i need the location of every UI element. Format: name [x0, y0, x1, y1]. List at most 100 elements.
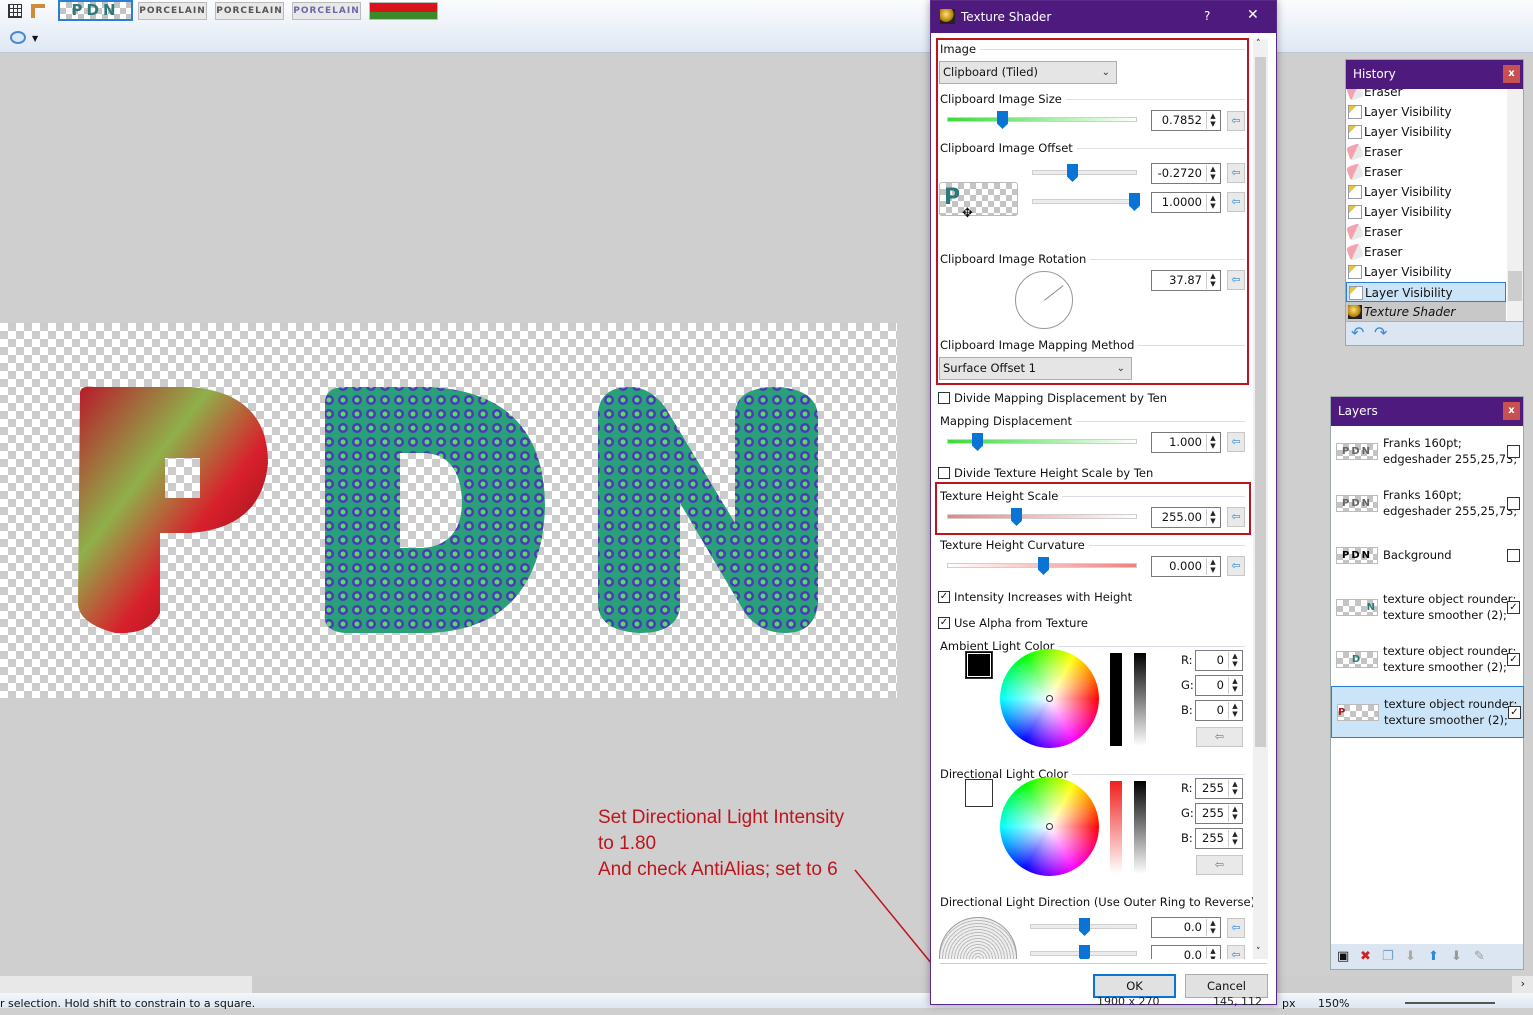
reset-arrow-icon[interactable]: ⇦ [1227, 918, 1245, 938]
scrollbar-thumb[interactable] [1508, 271, 1522, 301]
size-slider[interactable] [947, 117, 1137, 122]
history-item[interactable]: Eraser [1346, 162, 1506, 182]
close-icon[interactable]: x [1503, 65, 1520, 83]
image-tab-porcelain-2[interactable]: PORCELAIN [215, 2, 284, 20]
reset-arrow-icon[interactable]: ⇦ [1227, 270, 1245, 290]
grid-icon[interactable] [8, 4, 22, 18]
directional-swatch[interactable] [965, 779, 993, 807]
image-tab-porcelain-3[interactable]: PORCELAIN [292, 2, 361, 20]
direction-input-1[interactable]: 0.0 ▲ ▼ [1151, 917, 1221, 938]
offset-y-input[interactable]: 1.0000 ▲ ▼ [1151, 192, 1221, 213]
image-tab-tulips[interactable] [369, 2, 438, 20]
close-button[interactable]: ✕ [1247, 7, 1259, 23]
directional-r-input[interactable]: 255 ▲ ▼ [1195, 778, 1243, 799]
layer-row[interactable]: PDN Background [1331, 530, 1524, 582]
height-scale-slider[interactable] [947, 514, 1137, 519]
divide-mapping-checkbox[interactable] [938, 392, 950, 404]
curvature-input[interactable]: 0.000 ▲ ▼ [1151, 556, 1221, 577]
history-scrollbar[interactable] [1507, 89, 1523, 321]
reset-arrow-icon[interactable]: ⇦ [1227, 432, 1245, 452]
directional-alpha-bar[interactable] [1134, 781, 1146, 874]
ambient-g-input[interactable]: 0 ▲ ▼ [1195, 675, 1243, 696]
close-icon[interactable]: x [1503, 402, 1520, 420]
height-scale-input[interactable]: 255.00 ▲ ▼ [1151, 507, 1221, 528]
history-item[interactable]: Eraser [1346, 142, 1506, 162]
history-item[interactable]: Layer Visibility [1346, 282, 1506, 302]
image-tab-pdn[interactable]: PDN [58, 0, 133, 21]
chevron-down-icon[interactable]: ˅ [1256, 947, 1261, 957]
reset-arrow-icon[interactable]: ⇦ [1227, 507, 1245, 527]
reset-arrow-icon[interactable]: ⇦ [1227, 111, 1245, 131]
layer-visibility-checkbox[interactable]: ✓ [1507, 653, 1520, 666]
scrollbar-thumb[interactable] [1255, 57, 1266, 747]
directional-b-input[interactable]: 255 ▲ ▼ [1195, 828, 1243, 849]
delete-layer-icon[interactable]: ✖ [1360, 944, 1371, 969]
layer-row[interactable]: Ptexture object rounder; texture smoother… [1331, 686, 1524, 738]
spinner-arrows-icon[interactable]: ▲ ▼ [1206, 919, 1219, 936]
image-dropdown[interactable]: Clipboard (Tiled) ⌄ [939, 61, 1117, 84]
size-input[interactable]: 0.7852 ▲ ▼ [1151, 110, 1221, 131]
status-zoom[interactable]: 150% [1318, 993, 1349, 1015]
move-up-icon[interactable]: ⬆ [1428, 944, 1439, 969]
add-layer-icon[interactable]: ▣ [1337, 944, 1349, 969]
direction-input-2[interactable]: 0.0 ▲ ▼ [1151, 945, 1221, 959]
image-tab-porcelain-1[interactable]: PORCELAIN [138, 2, 207, 20]
ambient-r-input[interactable]: 0 ▲ ▼ [1195, 650, 1243, 671]
layer-row[interactable]: PDN Franks 160pt; edgeshader 255,25,73; [1331, 478, 1524, 530]
reset-arrow-icon[interactable]: ⇦ [1227, 945, 1245, 959]
reset-arrow-icon[interactable]: ⇦ [1196, 855, 1243, 875]
mapping-dropdown[interactable]: Surface Offset 1 ⌄ [939, 357, 1132, 380]
spinner-arrows-icon[interactable]: ▲ ▼ [1228, 805, 1241, 822]
history-item[interactable]: Eraser [1346, 222, 1506, 242]
chevron-right-icon[interactable]: › [1521, 977, 1525, 990]
direction-slider-1-thumb[interactable] [1079, 918, 1090, 936]
layer-row[interactable]: Ntexture object rounder; texture smoother… [1331, 582, 1524, 634]
ruler-icon[interactable] [31, 4, 45, 18]
move-down-icon[interactable]: ⬇ [1451, 944, 1462, 969]
offset-x-slider[interactable] [1032, 170, 1137, 175]
intensity-checkbox[interactable]: ✓ [938, 591, 950, 603]
displacement-slider-thumb[interactable] [972, 433, 983, 451]
spinner-arrows-icon[interactable]: ▲ ▼ [1206, 947, 1219, 959]
ambient-b-input[interactable]: 0 ▲ ▼ [1195, 700, 1243, 721]
spinner-arrows-icon[interactable]: ▲ ▼ [1206, 165, 1219, 182]
offset-y-slider[interactable] [1032, 199, 1137, 204]
spinner-arrows-icon[interactable]: ▲ ▼ [1228, 652, 1241, 669]
reset-arrow-icon[interactable]: ⇦ [1196, 727, 1243, 747]
layer-visibility-checkbox[interactable] [1507, 497, 1520, 510]
spinner-arrows-icon[interactable]: ▲ ▼ [1206, 112, 1219, 129]
curvature-slider-thumb[interactable] [1038, 557, 1049, 575]
rotation-input[interactable]: 37.87 ▲ ▼ [1151, 270, 1221, 291]
reset-arrow-icon[interactable]: ⇦ [1227, 192, 1245, 212]
spinner-arrows-icon[interactable]: ▲ ▼ [1206, 509, 1219, 526]
redo-icon[interactable]: ↷ [1374, 323, 1387, 342]
canvas-image[interactable] [0, 323, 897, 698]
spinner-arrows-icon[interactable]: ▲ ▼ [1228, 677, 1241, 694]
history-item[interactable]: Texture Shader [1346, 302, 1506, 321]
direction-slider-2-thumb[interactable] [1079, 945, 1090, 959]
ambient-swatch[interactable] [965, 651, 993, 679]
dialog-titlebar[interactable]: Texture Shader ? ✕ [931, 1, 1276, 33]
zoom-slider[interactable] [1405, 1002, 1495, 1004]
history-item[interactable]: Layer Visibility [1346, 122, 1506, 142]
layer-visibility-checkbox[interactable]: ✓ [1507, 601, 1520, 614]
spinner-arrows-icon[interactable]: ▲ ▼ [1206, 558, 1219, 575]
layer-visibility-checkbox[interactable] [1507, 549, 1520, 562]
history-item[interactable]: Eraser [1346, 89, 1506, 102]
reset-arrow-icon[interactable]: ⇦ [1227, 163, 1245, 183]
reset-arrow-icon[interactable]: ⇦ [1227, 556, 1245, 576]
layer-visibility-checkbox[interactable] [1507, 445, 1520, 458]
layer-row[interactable]: Dtexture object rounder; texture smoother… [1331, 634, 1524, 686]
scrollbar-thumb[interactable] [252, 976, 1512, 993]
merge-down-icon[interactable]: ⬇ [1405, 944, 1416, 969]
dialog-scrollbar[interactable]: ˄ ˅ [1253, 39, 1268, 959]
help-button[interactable]: ? [1204, 9, 1210, 23]
directional-value-bar[interactable] [1110, 781, 1122, 874]
spinner-arrows-icon[interactable]: ▲ ▼ [1206, 272, 1219, 289]
layer-properties-icon[interactable]: ✎ [1474, 944, 1485, 969]
history-item[interactable]: Eraser [1346, 242, 1506, 262]
chevron-down-icon[interactable]: ▼ [32, 34, 38, 43]
offset-x-input[interactable]: -0.2720 ▲ ▼ [1151, 163, 1221, 184]
history-item[interactable]: Layer Visibility [1346, 102, 1506, 122]
ambient-alpha-bar[interactable] [1134, 653, 1146, 746]
